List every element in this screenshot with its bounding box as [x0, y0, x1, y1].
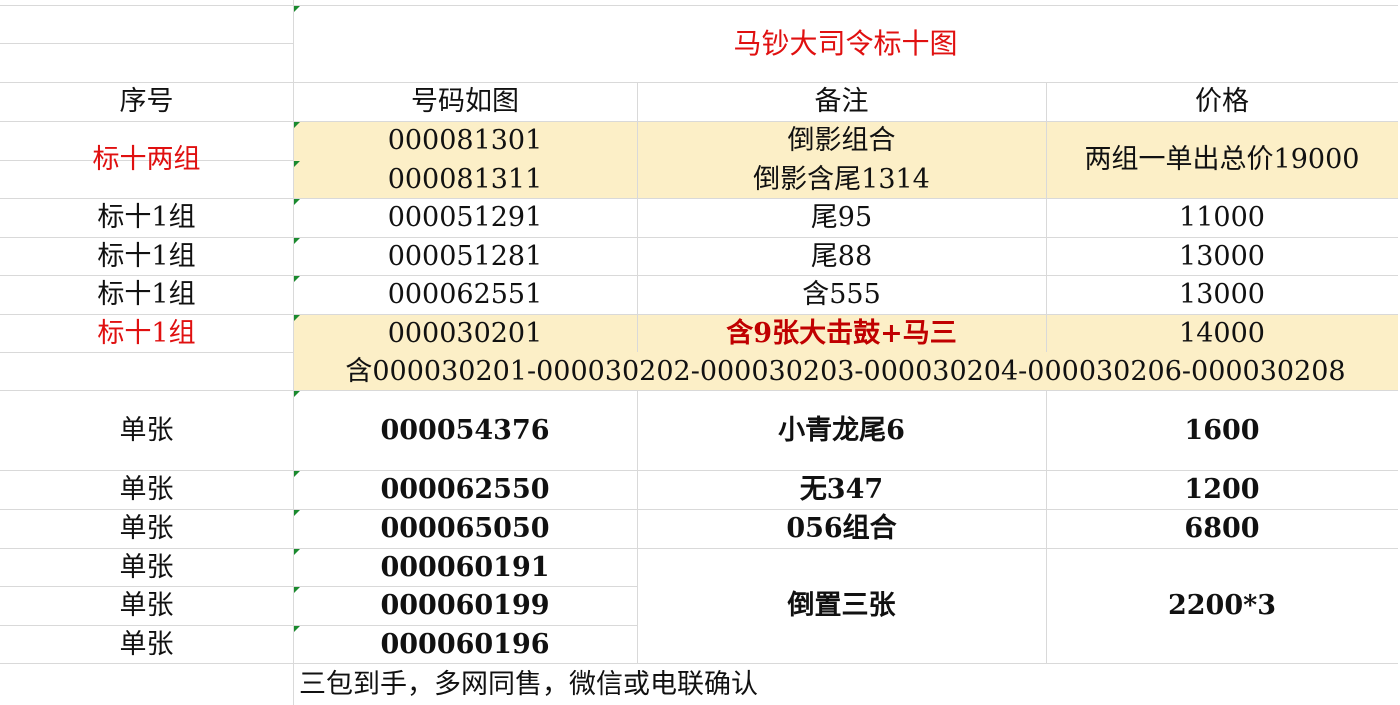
row-number[interactable]: 000060196 [293, 625, 637, 663]
row-note[interactable]: 尾95 [637, 198, 1046, 237]
row-note[interactable]: 倒影组合 [637, 121, 1046, 160]
row-note[interactable]: 小青龙尾6 [637, 390, 1046, 470]
row-number[interactable]: 000030201 [293, 314, 637, 352]
row-seq[interactable]: 单张 [0, 390, 293, 470]
row-number[interactable]: 000060191 [293, 548, 637, 586]
row-price[interactable]: 11000 [1046, 198, 1398, 237]
row-number[interactable]: 000051291 [293, 198, 637, 237]
row-price[interactable]: 1600 [1046, 390, 1398, 470]
row-note-big-drum[interactable]: 含9张大击鼓+马三 [637, 314, 1046, 352]
row-seq[interactable]: 单张 [0, 586, 293, 625]
row-price-inverted-set[interactable]: 2200*3 [1046, 548, 1398, 663]
row-note[interactable]: 无347 [637, 470, 1046, 509]
row-note-inverted-set[interactable]: 倒置三张 [637, 548, 1046, 663]
header-price[interactable]: 价格 [1046, 82, 1398, 121]
row-note[interactable]: 056组合 [637, 509, 1046, 548]
row-price-group-two[interactable]: 两组一单出总价19000 [1046, 121, 1398, 198]
row-seq[interactable]: 标十1组 [0, 275, 293, 314]
row-seq-big-drum[interactable]: 标十1组 [0, 314, 293, 352]
gridline-horizontal [0, 43, 293, 44]
footer-note[interactable]: 三包到手，多网同售，微信或电联确认 [293, 663, 1398, 705]
spreadsheet-grid: 马钞大司令标十图 序号 号码如图 备注 价格标十两组 000081301 倒影组合 两组一单出… [0, 0, 1400, 705]
row-number[interactable]: 000062550 [293, 470, 637, 509]
row-number[interactable]: 000062551 [293, 275, 637, 314]
row-number[interactable]: 000060199 [293, 586, 637, 625]
gridline-horizontal [0, 352, 293, 353]
row-price[interactable]: 13000 [1046, 237, 1398, 275]
sheet-title[interactable]: 马钞大司令标十图 [293, 5, 1398, 82]
header-note[interactable]: 备注 [637, 82, 1046, 121]
row-seq[interactable]: 单张 [0, 470, 293, 509]
row-seq[interactable]: 标十1组 [0, 237, 293, 275]
row-note[interactable]: 尾88 [637, 237, 1046, 275]
row-number[interactable]: 000081301 [293, 121, 637, 160]
row-seq[interactable]: 单张 [0, 509, 293, 548]
row-price[interactable]: 13000 [1046, 275, 1398, 314]
row-price[interactable]: 1200 [1046, 470, 1398, 509]
row-number[interactable]: 000081311 [293, 160, 637, 198]
row-number[interactable]: 000054376 [293, 390, 637, 470]
row-seq[interactable]: 标十1组 [0, 198, 293, 237]
row-note[interactable]: 含555 [637, 275, 1046, 314]
header-seq[interactable]: 序号 [0, 82, 293, 121]
row-note[interactable]: 倒影含尾1314 [637, 160, 1046, 198]
row-seq[interactable]: 单张 [0, 625, 293, 663]
header-number[interactable]: 号码如图 [293, 82, 637, 121]
row-number[interactable]: 000051281 [293, 237, 637, 275]
row-span-number-list[interactable]: 含000030201-000030202-000030203-000030204… [293, 352, 1398, 390]
row-number[interactable]: 000065050 [293, 509, 637, 548]
row-price[interactable]: 6800 [1046, 509, 1398, 548]
row-seq[interactable]: 单张 [0, 548, 293, 586]
row-seq-group-two[interactable]: 标十两组 [0, 121, 293, 198]
row-price[interactable]: 14000 [1046, 314, 1398, 352]
